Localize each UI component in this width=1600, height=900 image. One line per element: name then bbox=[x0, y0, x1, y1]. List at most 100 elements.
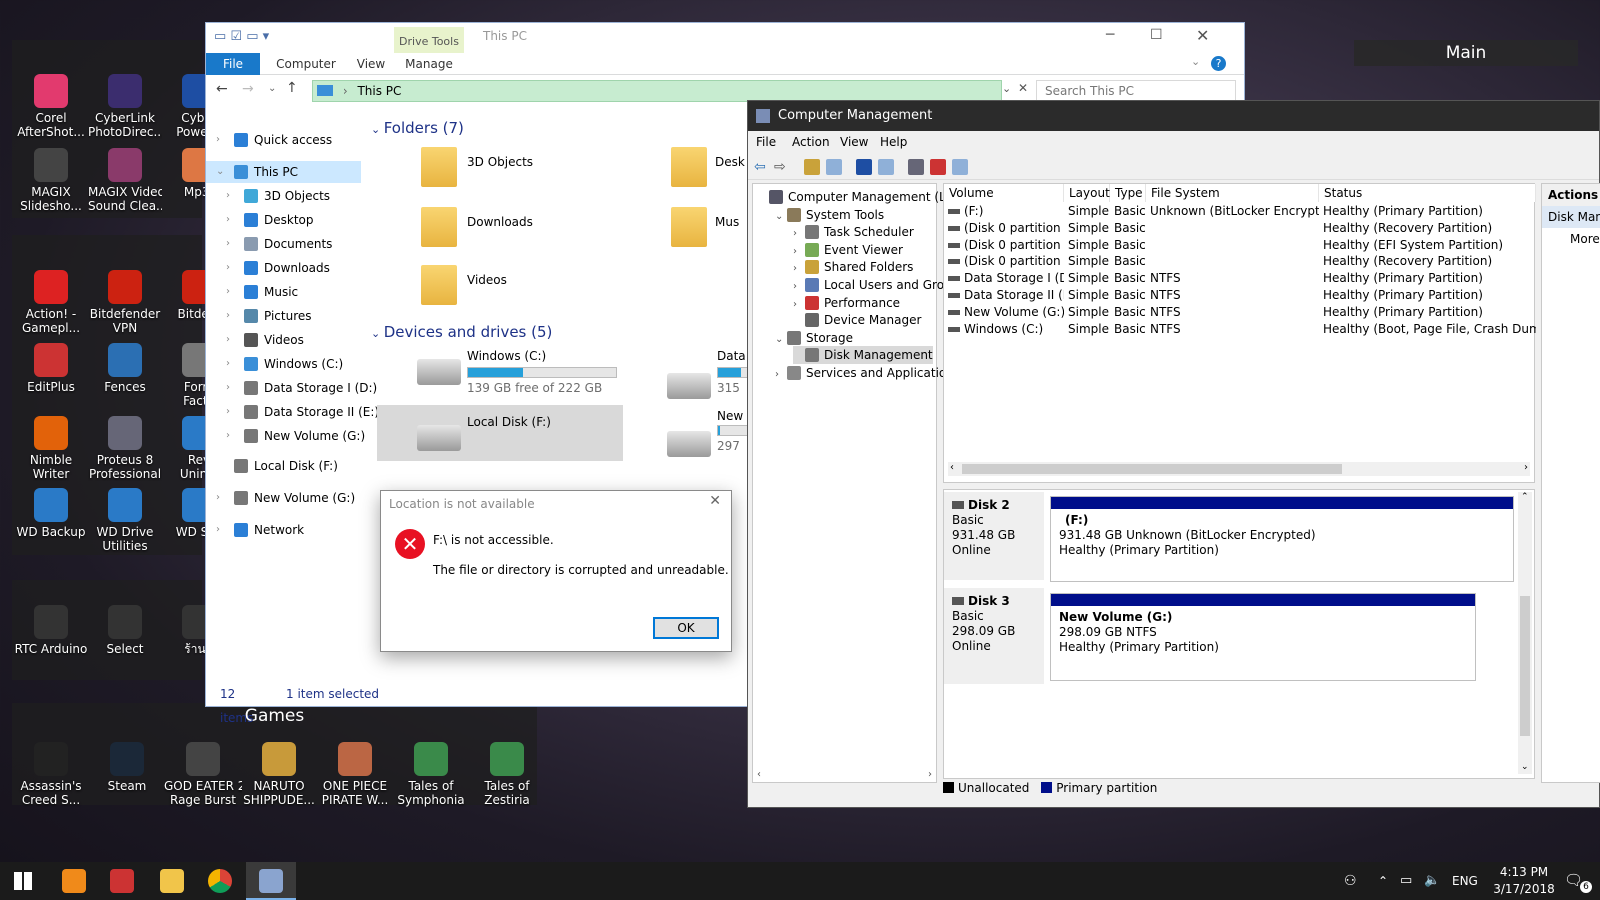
nav-item[interactable]: › Data Storage I (D:) bbox=[216, 377, 377, 399]
maximize-button[interactable]: ☐ bbox=[1150, 27, 1163, 43]
disk2-label[interactable]: Disk 2 Basic 931.48 GB Online bbox=[944, 492, 1044, 580]
tab-manage[interactable]: Manage bbox=[394, 53, 464, 75]
game-icon[interactable]: Assassin's Creed S... bbox=[12, 742, 90, 807]
tree-item[interactable]: › Local Users and Groups bbox=[793, 276, 966, 294]
scroll-left-icon[interactable]: ‹ bbox=[950, 462, 954, 473]
game-icon[interactable]: GOD EATER 2 Rage Burst bbox=[164, 742, 242, 807]
expand-chevron-icon[interactable]: › bbox=[216, 519, 220, 541]
menu-view[interactable]: View bbox=[840, 135, 868, 149]
tree-item[interactable]: Computer Management (Local bbox=[757, 188, 970, 206]
nav-item[interactable]: Local Disk (F:) bbox=[206, 455, 351, 477]
help-icon[interactable] bbox=[856, 159, 872, 175]
game-icon[interactable]: ONE PIECE PIRATE W... bbox=[316, 742, 394, 807]
expand-chevron-icon[interactable]: › bbox=[216, 487, 220, 509]
volume-icon[interactable]: 🔈 bbox=[1424, 873, 1440, 888]
up-arrow-icon[interactable]: ↑ bbox=[286, 80, 298, 96]
folder-desktop-label[interactable]: Desk bbox=[715, 155, 745, 169]
game-icon[interactable]: NARUTO SHIPPUDE... bbox=[240, 742, 318, 807]
language-indicator[interactable]: ENG bbox=[1452, 874, 1478, 888]
nav-item[interactable]: › Pictures bbox=[216, 305, 351, 327]
table-row[interactable]: Data Storage I (D:) Simple Basic NTFS Health… bbox=[944, 270, 1534, 287]
tree-scroll-left-icon[interactable]: ‹ bbox=[757, 769, 761, 780]
column-header[interactable]: Status bbox=[1319, 184, 1536, 202]
column-header[interactable]: Type bbox=[1110, 184, 1146, 202]
clock-time[interactable]: 4:13 PM bbox=[1488, 865, 1560, 879]
actions-more[interactable]: More bbox=[1542, 228, 1600, 246]
expand-chevron-icon[interactable]: ⌄ bbox=[216, 161, 224, 183]
disk3-partition[interactable]: New Volume (G:) 298.09 GB NTFS Healthy (… bbox=[1050, 593, 1476, 681]
tree-item[interactable]: ⌄ System Tools bbox=[775, 206, 884, 224]
expand-chevron-icon[interactable]: › bbox=[226, 353, 230, 375]
dialog-close-button[interactable]: ✕ bbox=[709, 493, 721, 509]
address-dropdown-icon[interactable]: ⌄ bbox=[1002, 82, 1011, 95]
forward-arrow-icon[interactable]: → bbox=[242, 81, 254, 97]
tab-view[interactable]: View bbox=[346, 53, 396, 75]
tree-item[interactable]: ⌄ Storage bbox=[775, 329, 853, 347]
tree-item[interactable]: Disk Management bbox=[793, 346, 933, 365]
drive-local-f-tile[interactable] bbox=[377, 405, 623, 461]
expand-chevron-icon[interactable]: › bbox=[226, 377, 230, 399]
menu-file[interactable]: File bbox=[756, 135, 776, 149]
expand-chevron-icon[interactable]: › bbox=[226, 281, 230, 303]
desktop-icon[interactable]: MAGIX Video Sound Clea... bbox=[88, 148, 162, 213]
up-folder-icon[interactable] bbox=[804, 159, 820, 175]
table-row[interactable]: (Disk 0 partition 1) Simple Basic Healthy (… bbox=[944, 220, 1534, 237]
desktop-icon[interactable]: WD Backup bbox=[14, 488, 88, 539]
scroll-right-icon[interactable]: › bbox=[1524, 462, 1528, 473]
recent-chevron-icon[interactable]: ⌄ bbox=[268, 83, 276, 94]
tree-item[interactable]: › Event Viewer bbox=[793, 241, 903, 259]
tree-expand-icon[interactable]: ⌄ bbox=[775, 208, 787, 226]
table-row[interactable]: Windows (C:) Simple Basic NTFS Healthy (Boot… bbox=[944, 321, 1536, 338]
desktop-icon[interactable]: EditPlus bbox=[14, 343, 88, 394]
desktop-icon[interactable]: Corel AfterShot... bbox=[14, 74, 88, 139]
minimize-button[interactable]: ─ bbox=[1106, 27, 1114, 43]
check-icon[interactable] bbox=[930, 159, 946, 175]
desktop-icon[interactable]: Select bbox=[88, 605, 162, 656]
nav-item[interactable]: › Documents bbox=[216, 233, 351, 255]
chrome-icon[interactable] bbox=[208, 869, 232, 893]
tray-chevron-icon[interactable]: ⌃ bbox=[1378, 874, 1388, 888]
table-row[interactable]: New Volume (G:) Simple Basic NTFS Healthy (P… bbox=[944, 304, 1534, 321]
network-icon[interactable]: ▭ bbox=[1400, 873, 1412, 888]
game-icon[interactable]: Tales of Zestiria bbox=[468, 742, 546, 807]
desktop-icon[interactable]: Action! - Gamepl... bbox=[14, 270, 88, 335]
desktop-icon[interactable]: CyberLink PhotoDirec... bbox=[88, 74, 162, 139]
expand-chevron-icon[interactable]: › bbox=[226, 209, 230, 231]
folder-music-label[interactable]: Mus bbox=[715, 215, 739, 229]
nav-item[interactable]: › Videos bbox=[216, 329, 351, 351]
table-row[interactable]: (Disk 0 partition 5) Simple Basic Healthy (… bbox=[944, 253, 1534, 270]
nav-item[interactable]: › Downloads bbox=[216, 257, 351, 279]
expand-chevron-icon[interactable]: › bbox=[216, 129, 220, 151]
help-icon[interactable]: ? bbox=[1211, 56, 1226, 71]
nav-item[interactable]: › Windows (C:) bbox=[216, 353, 351, 375]
taskbar-app-1-icon[interactable] bbox=[62, 869, 86, 893]
folder-3d-objects-label[interactable]: 3D Objects bbox=[467, 155, 533, 169]
tree-item[interactable]: › Performance bbox=[793, 294, 900, 312]
drive-windows-name[interactable]: Windows (C:) bbox=[467, 349, 546, 363]
address-clear-icon[interactable]: ✕ bbox=[1018, 81, 1028, 95]
expand-chevron-icon[interactable]: › bbox=[226, 185, 230, 207]
expand-chevron-icon[interactable]: › bbox=[226, 425, 230, 447]
tree-item[interactable]: › Shared Folders bbox=[793, 258, 913, 276]
disk2-partition[interactable]: (F:) 931.48 GB Unknown (BitLocker Encryp… bbox=[1050, 496, 1514, 582]
menu-action[interactable]: Action bbox=[792, 135, 830, 149]
game-icon[interactable]: Tales of Symphonia bbox=[392, 742, 470, 807]
clock-date[interactable]: 3/17/2018 bbox=[1488, 882, 1560, 896]
desktop-icon[interactable]: Nimble Writer bbox=[14, 416, 88, 481]
desktop-icon[interactable]: Fences bbox=[88, 343, 162, 394]
scroll-thumb[interactable] bbox=[1520, 596, 1530, 736]
ribbon-expand-icon[interactable]: ⌄ bbox=[1191, 55, 1200, 68]
scroll-thumb[interactable] bbox=[962, 464, 1342, 474]
nav-item[interactable]: › Network bbox=[206, 519, 351, 541]
disk-vscrollbar[interactable]: ⌃ ⌄ bbox=[1518, 492, 1532, 774]
nav-item[interactable]: › New Volume (G:) bbox=[206, 487, 355, 509]
expand-chevron-icon[interactable]: › bbox=[226, 257, 230, 279]
expand-chevron-icon[interactable]: › bbox=[226, 401, 230, 423]
desktop-icon[interactable]: WD Drive Utilities bbox=[88, 488, 162, 553]
expand-chevron-icon[interactable]: › bbox=[226, 329, 230, 351]
taskbar-app-2-icon[interactable] bbox=[110, 869, 134, 893]
table-row[interactable]: Data Storage II (E:) Simple Basic NTFS Healt… bbox=[944, 287, 1534, 304]
people-icon[interactable]: ⚇ bbox=[1344, 873, 1357, 889]
desktop-icon[interactable]: Proteus 8 Professional bbox=[88, 416, 162, 481]
quick-access-toolbar[interactable]: ▭ ☑ ▭ ▾ bbox=[214, 29, 304, 47]
